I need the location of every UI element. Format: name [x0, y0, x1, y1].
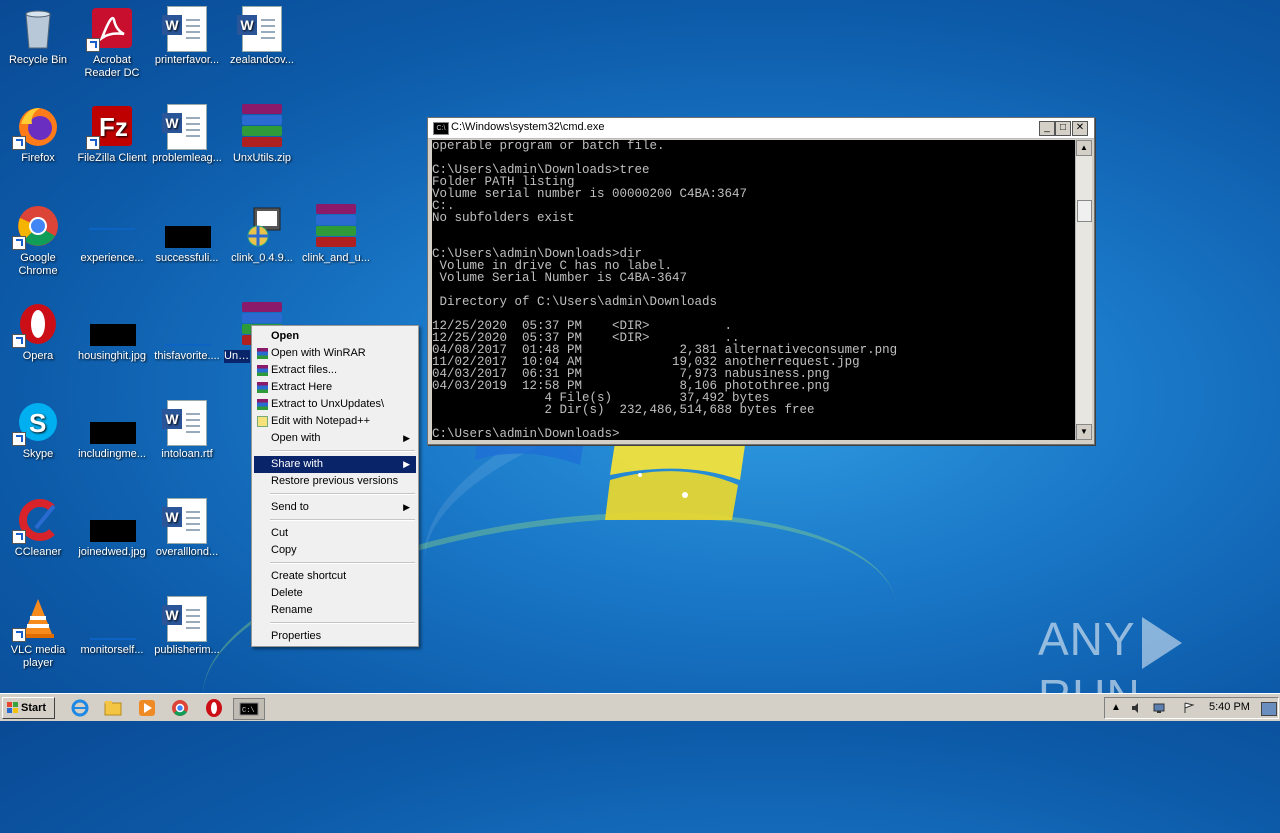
show-hidden-icons-arrow-icon[interactable]: ▲: [1111, 702, 1123, 714]
console-line: Volume serial number is 00000200 C4BA:36…: [432, 187, 748, 201]
taskbar: Start C:\ ▲ 5:40 PM: [0, 693, 1280, 721]
firefox-icon[interactable]: Firefox: [0, 104, 76, 165]
problemleag-doc-icon[interactable]: W problemleag...: [149, 104, 225, 165]
close-button[interactable]: ✕: [1072, 121, 1088, 136]
menu-open-with[interactable]: Open with ▶: [254, 430, 416, 447]
scroll-down-arrow-icon[interactable]: ▼: [1076, 424, 1092, 440]
menu-separator: [270, 622, 415, 624]
menu-share-with[interactable]: Share with ▶: [254, 456, 416, 473]
skype-icon[interactable]: S Skype: [0, 400, 76, 461]
submenu-arrow-icon: ▶: [403, 459, 410, 469]
filezilla-icon[interactable]: Fz FileZilla Client: [74, 104, 150, 165]
svg-text:Fz: Fz: [99, 112, 128, 142]
menu-open[interactable]: Open: [254, 328, 416, 345]
publisherim-doc-icon[interactable]: W publisherim...: [149, 596, 225, 657]
security-flag-icon[interactable]: [1183, 702, 1195, 714]
overalllond-doc-icon[interactable]: W overalllond...: [149, 498, 225, 559]
menu-rename[interactable]: Rename: [254, 602, 416, 619]
successfuli-file-icon[interactable]: successfuli...: [149, 204, 225, 265]
cmd-scrollbar[interactable]: ▲ ▼: [1075, 140, 1092, 440]
recycle-bin-icon[interactable]: Recycle Bin: [0, 6, 76, 67]
menu-separator: [270, 493, 415, 495]
printerfavor-doc-icon[interactable]: W printerfavor...: [149, 6, 225, 67]
menu-create-shortcut[interactable]: Create shortcut: [254, 568, 416, 585]
menu-properties[interactable]: Properties: [254, 628, 416, 645]
monitorself-file-icon[interactable]: monitorself...: [74, 596, 150, 657]
menu-extract-here[interactable]: Extract Here: [254, 379, 416, 396]
clock[interactable]: 5:40 PM: [1209, 701, 1250, 713]
menu-extract-files[interactable]: Extract files...: [254, 362, 416, 379]
winrar-icon: [257, 382, 268, 393]
console-line: C:\Users\admin\Downloads>: [432, 427, 620, 440]
notepadpp-icon: [257, 416, 268, 427]
file-explorer-icon[interactable]: [103, 698, 123, 718]
cmd-console-output[interactable]: operable program or batch file. C:\Users\…: [432, 140, 1075, 440]
submenu-arrow-icon: ▶: [403, 433, 410, 443]
console-line: Volume Serial Number is C4BA-3647: [432, 271, 688, 285]
clink-installer-icon[interactable]: clink_0.4.9...: [224, 204, 300, 265]
includingme-file-icon[interactable]: includingme...: [74, 400, 150, 461]
cmd-window[interactable]: C:\ C:\Windows\system32\cmd.exe _ □ ✕ op…: [427, 117, 1095, 445]
joinedwed-file-icon[interactable]: joinedwed.jpg: [74, 498, 150, 559]
menu-edit-with-notepadpp[interactable]: Edit with Notepad++: [254, 413, 416, 430]
cmd-taskbar-button[interactable]: C:\: [233, 698, 265, 720]
scroll-thumb[interactable]: [1077, 200, 1092, 222]
maximize-button[interactable]: □: [1055, 121, 1071, 136]
menu-separator: [270, 450, 415, 452]
menu-cut[interactable]: Cut: [254, 525, 416, 542]
system-tray: ▲ 5:40 PM: [1104, 697, 1279, 719]
menu-separator: [270, 519, 415, 521]
acrobat-reader-icon[interactable]: Acrobat Reader DC: [74, 6, 150, 80]
cmd-titlebar[interactable]: C:\ C:\Windows\system32\cmd.exe _ □ ✕: [428, 118, 1094, 139]
internet-explorer-icon[interactable]: [70, 698, 90, 718]
opera-icon[interactable]: Opera: [0, 302, 76, 363]
cmd-title: C:\Windows\system32\cmd.exe: [451, 121, 605, 133]
start-button[interactable]: Start: [2, 697, 55, 719]
console-line: No subfolders exist: [432, 211, 575, 225]
menu-open-with-winrar[interactable]: Open with WinRAR: [254, 345, 416, 362]
menu-restore-previous-versions[interactable]: Restore previous versions: [254, 473, 416, 490]
media-player-icon[interactable]: [137, 698, 157, 718]
google-chrome-icon[interactable]: Google Chrome: [0, 204, 76, 278]
zealandcov-doc-icon[interactable]: W zealandcov...: [224, 6, 300, 67]
intoloan-doc-icon[interactable]: W intoloan.rtf: [149, 400, 225, 461]
housinghit-file-icon[interactable]: housinghit.jpg: [74, 302, 150, 363]
svg-text:S: S: [29, 408, 46, 438]
experience-file-icon[interactable]: experience...: [74, 204, 150, 265]
chrome-taskbar-icon[interactable]: [170, 698, 190, 718]
context-menu: Open Open with WinRAR Extract files... E…: [251, 325, 419, 647]
menu-send-to[interactable]: Send to ▶: [254, 499, 416, 516]
menu-separator: [270, 562, 415, 564]
opera-taskbar-icon[interactable]: [204, 698, 224, 718]
show-desktop-icon[interactable]: [1261, 702, 1277, 716]
cmd-icon: C:\: [433, 122, 449, 135]
winrar-icon: [257, 365, 268, 376]
clink-and-u-zip-icon[interactable]: clink_and_u...: [298, 204, 374, 265]
thisfavorite-file-icon[interactable]: thisfavorite....: [149, 302, 225, 363]
scroll-up-arrow-icon[interactable]: ▲: [1076, 140, 1092, 156]
volume-icon[interactable]: [1131, 702, 1143, 714]
menu-copy[interactable]: Copy: [254, 542, 416, 559]
windows-flag-icon: [7, 702, 18, 713]
unxutils-zip-icon[interactable]: UnxUtils.zip: [224, 104, 300, 165]
minimize-button[interactable]: _: [1039, 121, 1055, 136]
vlc-icon[interactable]: VLC media player: [0, 596, 76, 670]
winrar-icon: [257, 399, 268, 410]
console-line: 2 Dir(s) 232,486,514,688 bytes free: [432, 403, 815, 417]
menu-delete[interactable]: Delete: [254, 585, 416, 602]
ccleaner-icon[interactable]: CCleaner: [0, 498, 76, 559]
console-line: Directory of C:\Users\admin\Downloads: [432, 295, 718, 309]
console-line: operable program or batch file.: [432, 140, 665, 153]
winrar-icon: [257, 348, 268, 359]
submenu-arrow-icon: ▶: [403, 502, 410, 512]
menu-extract-to-unxupdates[interactable]: Extract to UnxUpdates\: [254, 396, 416, 413]
network-icon[interactable]: [1153, 702, 1165, 714]
svg-text:C:\: C:\: [242, 707, 255, 715]
